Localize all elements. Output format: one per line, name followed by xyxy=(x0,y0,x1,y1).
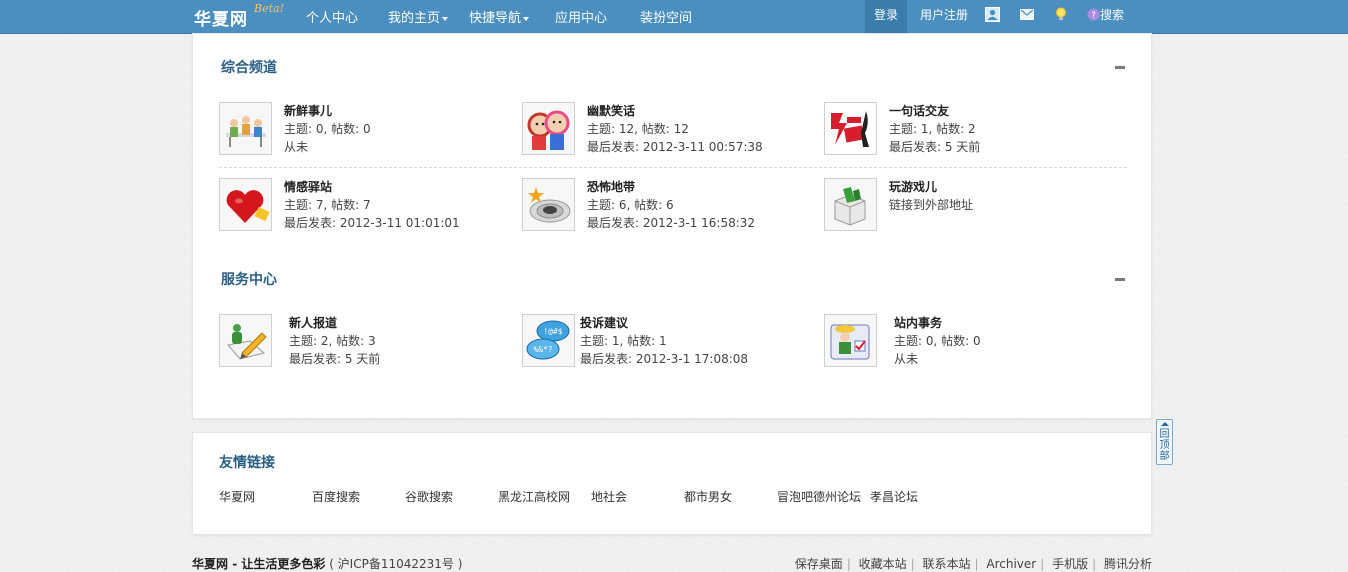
search-link[interactable]: ? 搜索 xyxy=(1087,0,1124,33)
nav-quick-nav-label: 快捷导航 xyxy=(469,11,522,26)
row-divider xyxy=(219,167,1127,168)
forum-last-post: 从未 xyxy=(894,352,919,366)
friend-link[interactable]: 地社会 xyxy=(591,488,627,505)
footer-site-info: 华夏网 - 让生活更多色彩 ( 沪ICP备11042231号 ) xyxy=(192,555,462,572)
section-title-general: 综合频道 xyxy=(221,60,277,76)
forum-icon-fresh-news[interactable] xyxy=(219,102,272,155)
forum-name[interactable]: 玩游戏儿 xyxy=(889,178,973,196)
forum-name[interactable]: 幽默笑话 xyxy=(587,102,763,120)
nav-app-center[interactable]: 应用中心 xyxy=(555,7,607,26)
forum-item: 新人报道 主题: 2, 帖数: 3 最后发表: 5 天前 xyxy=(219,314,509,370)
forum-last-post: 从未 xyxy=(284,140,309,154)
friend-link[interactable]: 华夏网 xyxy=(219,488,255,505)
nav-personal-center[interactable]: 个人中心 xyxy=(306,7,358,26)
forum-name[interactable]: 新鲜事儿 xyxy=(284,102,371,120)
svg-text:!@#$: !@#$ xyxy=(543,327,562,336)
forum-name[interactable]: 新人报道 xyxy=(289,314,380,332)
friend-link[interactable]: 黑龙江高校网 xyxy=(498,488,570,505)
friend-link[interactable]: 冒泡吧德州论坛 xyxy=(777,488,861,505)
forum-stats: 主题: 1, 帖数: 1 xyxy=(580,334,667,348)
friend-link[interactable]: 百度搜索 xyxy=(312,488,360,505)
arrow-up-icon xyxy=(1161,422,1169,426)
forum-item: 新鲜事儿 主题: 0, 帖数: 0 从未 xyxy=(219,102,509,158)
friend-link[interactable]: 都市男女 xyxy=(684,488,732,505)
forum-icon-humor[interactable] xyxy=(522,102,575,155)
friend-link[interactable]: 孝昌论坛 xyxy=(870,488,918,505)
chevron-down-icon xyxy=(523,16,530,21)
svg-text:?: ? xyxy=(1091,11,1096,21)
collapse-toggle-service[interactable] xyxy=(1115,278,1125,281)
site-logo[interactable]: 华夏网 xyxy=(194,5,248,30)
forum-item: 玩游戏儿 链接到外部地址 xyxy=(824,178,1114,234)
forum-last-post: 最后发表: 2012-3-11 01:01:01 xyxy=(284,216,460,230)
forum-last-post: 最后发表: 5 天前 xyxy=(289,352,381,366)
mail-icon[interactable] xyxy=(1020,9,1034,21)
forum-icon-complaints[interactable]: !@#$ %&*? xyxy=(522,314,575,367)
forum-item: 幽默笑话 主题: 12, 帖数: 12 最后发表: 2012-3-11 00:5… xyxy=(522,102,812,158)
forum-last-post: 最后发表: 2012-3-1 17:08:08 xyxy=(580,352,749,366)
forum-item: !@#$ %&*? 投诉建议 主题: 1, 帖数: 1 最后发表: 2012-3… xyxy=(522,314,812,370)
forum-item: 一句话交友 主题: 1, 帖数: 2 最后发表: 5 天前 xyxy=(824,102,1114,158)
search-label: 搜索 xyxy=(1100,8,1125,22)
forum-stats: 主题: 7, 帖数: 7 xyxy=(284,198,371,212)
nav-quick-nav[interactable]: 快捷导航 xyxy=(469,7,530,26)
forum-last-post: 最后发表: 2012-3-1 16:58:32 xyxy=(587,216,756,230)
forum-last-post: 最后发表: 2012-3-11 00:57:38 xyxy=(587,140,763,154)
section-title-service: 服务中心 xyxy=(221,272,277,288)
forum-icon-one-liner-dating[interactable] xyxy=(824,102,877,155)
collapse-toggle-general[interactable] xyxy=(1115,66,1125,69)
chevron-down-icon xyxy=(442,16,449,21)
friend-links-panel: 友情链接 华夏网 百度搜索 谷歌搜索 黑龙江高校网 地社会 都市男女 冒泡吧德州… xyxy=(192,432,1152,535)
svg-text:%&*?: %&*? xyxy=(533,345,552,354)
forum-name[interactable]: 恐怖地带 xyxy=(587,178,755,196)
forum-external-link-note: 链接到外部地址 xyxy=(889,198,974,212)
nav-decorate-space[interactable]: 装扮空间 xyxy=(640,7,692,26)
user-icon[interactable] xyxy=(985,7,1000,23)
nav-my-homepage[interactable]: 我的主页 xyxy=(388,7,449,26)
forum-name[interactable]: 投诉建议 xyxy=(580,314,748,332)
nav-my-homepage-label: 我的主页 xyxy=(388,11,441,26)
forum-name[interactable]: 情感驿站 xyxy=(284,178,460,196)
beta-badge: Beta! xyxy=(254,2,284,15)
register-link[interactable]: 用户注册 xyxy=(920,0,968,33)
login-button[interactable]: 登录 xyxy=(865,0,908,33)
friend-links-title: 友情链接 xyxy=(219,455,275,471)
friend-link[interactable]: 谷歌搜索 xyxy=(405,488,453,505)
help-search-icon: ? xyxy=(1087,8,1100,21)
forum-stats: 主题: 2, 帖数: 3 xyxy=(289,334,376,348)
forum-name[interactable]: 站内事务 xyxy=(894,314,981,332)
forum-icon-games[interactable] xyxy=(824,178,877,231)
footer-links: 保存桌面 | 收藏本站 | 联系本站 | Archiver | 手机版 | 腾讯分析 xyxy=(795,555,1152,572)
back-to-top-button[interactable]: 回顶部 xyxy=(1156,419,1173,465)
forum-name[interactable]: 一句话交友 xyxy=(889,102,980,120)
forum-stats: 主题: 1, 帖数: 2 xyxy=(889,122,976,136)
forum-icon-newcomer[interactable] xyxy=(219,314,272,367)
forum-item: 恐怖地带 主题: 6, 帖数: 6 最后发表: 2012-3-1 16:58:3… xyxy=(522,178,812,234)
top-navbar: 华夏网 Beta! 个人中心 我的主页 快捷导航 应用中心 装扮空间 登录 用户… xyxy=(0,0,1348,34)
forum-last-post: 最后发表: 5 天前 xyxy=(889,140,981,154)
forum-item: 站内事务 主题: 0, 帖数: 0 从未 xyxy=(824,314,1114,370)
forum-panel: 综合频道 新鲜事儿 主题: 0, 帖数: 0 从未 幽默笑话 主题: 12, 帖… xyxy=(192,33,1152,419)
forum-icon-horror-zone[interactable] xyxy=(522,178,575,231)
forum-stats: 主题: 0, 帖数: 0 xyxy=(894,334,981,348)
lightbulb-icon[interactable] xyxy=(1055,7,1067,23)
forum-stats: 主题: 12, 帖数: 12 xyxy=(587,122,689,136)
forum-stats: 主题: 0, 帖数: 0 xyxy=(284,122,371,136)
forum-icon-emotion-station[interactable] xyxy=(219,178,272,231)
forum-stats: 主题: 6, 帖数: 6 xyxy=(587,198,674,212)
back-to-top-label: 回顶部 xyxy=(1159,429,1170,462)
forum-item: 情感驿站 主题: 7, 帖数: 7 最后发表: 2012-3-11 01:01:… xyxy=(219,178,509,234)
forum-icon-site-affairs[interactable] xyxy=(824,314,877,367)
